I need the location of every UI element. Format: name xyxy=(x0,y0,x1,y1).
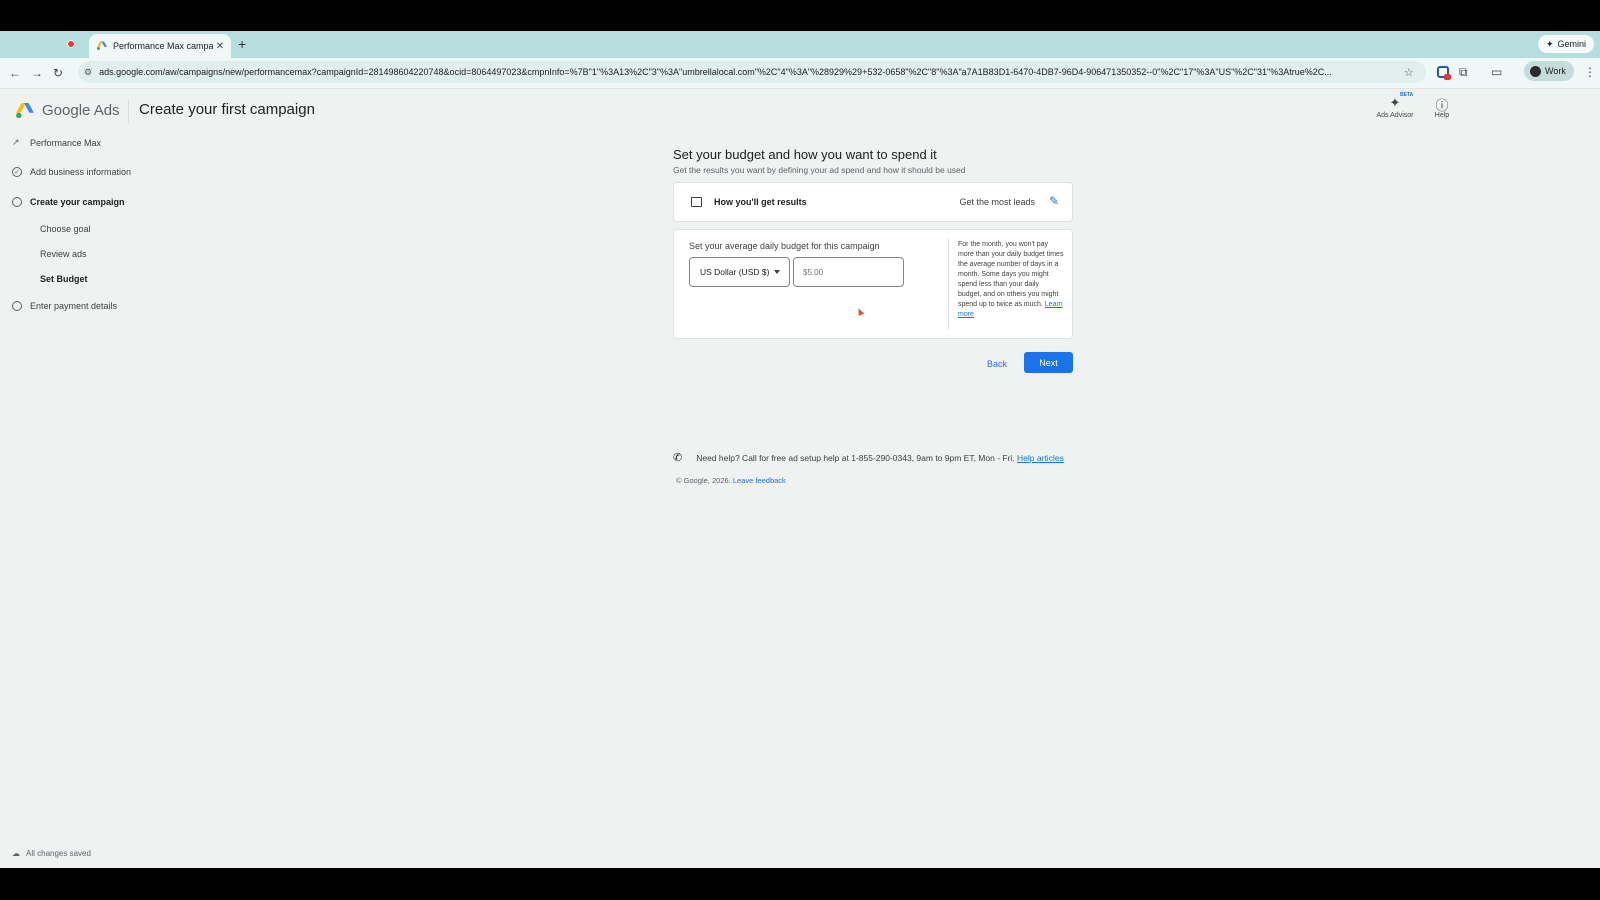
google-ads-logo xyxy=(16,103,34,119)
reload-icon[interactable]: ↻ xyxy=(53,66,63,80)
ads-advisor-button[interactable]: ✦ BETA Ads Advisor xyxy=(1370,92,1420,119)
step-label: Create your campaign xyxy=(30,197,125,207)
mouse-cursor xyxy=(855,307,865,316)
help-text: Need help? Call for free ad setup help a… xyxy=(696,452,1015,463)
step-label: Add business information xyxy=(30,167,132,177)
help-circle-icon: ⓘ xyxy=(1435,98,1449,113)
section-subheading: Get the results you want by defining you… xyxy=(673,165,966,175)
results-card[interactable]: How you'll get results Get the most lead… xyxy=(673,182,1073,222)
browser-tab[interactable]: Performance Max campaign - ✕ xyxy=(89,34,231,58)
check-circle-icon: ✓ xyxy=(12,167,22,177)
copyright-text: © Google, 2026. xyxy=(676,476,731,485)
results-label: How you'll get results xyxy=(714,197,807,207)
close-icon[interactable]: ✕ xyxy=(213,41,227,52)
circle-icon xyxy=(12,301,22,311)
profile-button[interactable]: Work xyxy=(1524,61,1574,81)
gemini-label: Gemini xyxy=(1557,39,1586,49)
header-divider xyxy=(128,99,129,123)
currency-select[interactable]: US Dollar (USD $) xyxy=(689,257,790,287)
help-line: ✆ Need help? Call for free ad setup help… xyxy=(673,451,1064,464)
record-dot-icon xyxy=(67,40,75,48)
step-create-your-campaign[interactable]: Create your campaign xyxy=(12,197,125,207)
save-status: ☁ All changes saved xyxy=(12,849,91,858)
profile-label: Work xyxy=(1545,66,1566,76)
budget-card: Set your average daily budget for this c… xyxy=(673,229,1073,339)
footer: © Google, 2026. Leave feedback xyxy=(676,476,786,485)
budget-label: Set your average daily budget for this c… xyxy=(689,241,880,251)
budget-note: For the month, you won't pay more than y… xyxy=(958,240,1064,320)
gemini-button[interactable]: ✦ Gemini xyxy=(1537,35,1594,53)
circle-icon xyxy=(12,197,22,207)
sidepanel-icon[interactable]: ▭ xyxy=(1491,65,1502,79)
substep-review-ads[interactable]: Review ads xyxy=(40,249,87,259)
section-heading: Set your budget and how you want to spen… xyxy=(673,147,937,162)
new-tab-button[interactable]: + xyxy=(238,36,246,52)
brand-name: Google Ads xyxy=(42,102,120,119)
currency-value: US Dollar (USD $) xyxy=(700,267,770,277)
help-articles-link[interactable]: Help articles xyxy=(1017,453,1064,463)
budget-note-text: For the month, you won't pay more than y… xyxy=(958,241,1064,308)
tab-title: Performance Max campaign - xyxy=(113,41,213,51)
cloud-icon: ☁ xyxy=(12,849,20,858)
beta-badge: BETA xyxy=(1400,92,1414,98)
extensions-icon[interactable]: ⧉ xyxy=(1459,65,1468,80)
help-button[interactable]: ⓘ Help xyxy=(1417,93,1467,119)
next-button[interactable]: Next xyxy=(1024,352,1073,373)
star-icon[interactable]: ☆ xyxy=(1404,66,1420,79)
extension-icon[interactable] xyxy=(1437,66,1451,80)
pencil-icon[interactable]: ✎ xyxy=(1049,194,1059,208)
forward-arrow-icon[interactable]: → xyxy=(31,66,43,80)
sparkle-icon: ✦ xyxy=(1545,38,1554,49)
step-enter-payment-details[interactable]: Enter payment details xyxy=(12,301,117,311)
substep-choose-goal[interactable]: Choose goal xyxy=(40,224,91,234)
results-value: Get the most leads xyxy=(959,197,1035,207)
browser-toolbar: ← → ↻ ⚙ ads.google.com/aw/campaigns/new/… xyxy=(0,58,1600,89)
browser-tab-strip: Performance Max campaign - ✕ + ✦ Gemini xyxy=(0,31,1600,58)
google-ads-favicon xyxy=(97,41,107,50)
step-label: Performance Max xyxy=(30,137,102,148)
site-info-icon[interactable]: ⚙ xyxy=(84,67,92,78)
chart-icon xyxy=(691,197,702,207)
back-arrow-icon[interactable]: ← xyxy=(9,66,21,80)
leave-feedback-link[interactable]: Leave feedback xyxy=(733,476,786,485)
budget-divider xyxy=(948,239,949,329)
help-label: Help xyxy=(1434,112,1450,119)
menu-icon[interactable]: ⋮ xyxy=(1584,65,1596,79)
trend-icon: ↗ xyxy=(12,137,20,147)
substep-set-budget[interactable]: Set Budget xyxy=(40,274,88,284)
saved-text: All changes saved xyxy=(26,849,91,858)
step-performance-max[interactable]: ↗ Performance Max xyxy=(12,137,101,148)
back-button[interactable]: Back xyxy=(987,359,1007,369)
caret-down-icon xyxy=(774,270,780,274)
page-title: Create your first campaign xyxy=(139,101,315,118)
daily-budget-input[interactable] xyxy=(793,257,904,287)
address-bar[interactable]: ⚙ ads.google.com/aw/campaigns/new/perfor… xyxy=(78,61,1426,83)
step-add-business-information[interactable]: ✓ Add business information xyxy=(12,167,131,177)
step-label: Enter payment details xyxy=(30,301,118,311)
url-text: ads.google.com/aw/campaigns/new/performa… xyxy=(99,67,1332,77)
avatar xyxy=(1530,65,1541,77)
ads-advisor-label: Ads Advisor xyxy=(1376,112,1414,119)
screen: Performance Max campaign - ✕ + ✦ Gemini … xyxy=(0,31,1600,868)
phone-icon: ✆ xyxy=(673,452,683,464)
google-ads-app: Google Ads Create your first campaign ✦ … xyxy=(0,89,1600,868)
